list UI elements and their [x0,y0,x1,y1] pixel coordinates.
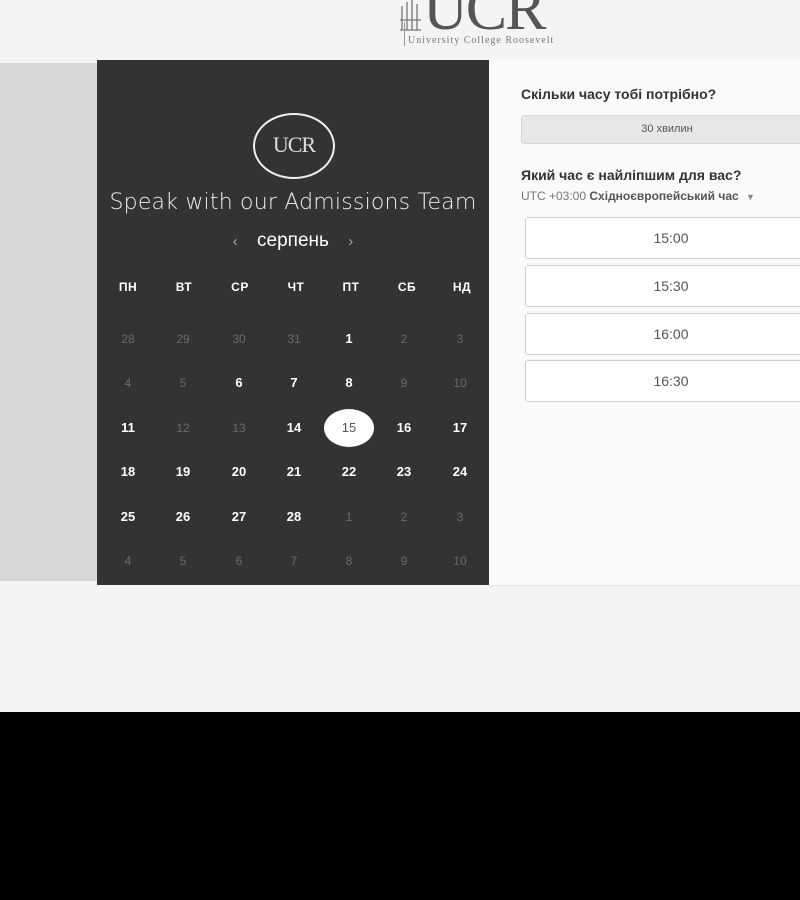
calendar-day[interactable]: 22 [324,453,374,491]
calendar-day[interactable]: 24 [435,453,485,491]
calendar-day[interactable]: 21 [269,453,319,491]
weekday-mon: ПН [118,280,138,294]
calendar-day: 4 [124,554,132,568]
ucr-round-logo: UCR [253,113,335,179]
calendar-day[interactable]: 19 [158,453,208,491]
duration-selector[interactable]: 30 хвилин [521,115,800,144]
calendar-day: 28 [121,332,135,346]
calendar-day: 9 [400,554,408,568]
calendar-day: 3 [456,510,464,524]
calendar-day[interactable]: 7 [269,364,319,402]
time-slot-1[interactable]: 15:00 [525,217,800,259]
weekday-wed: СР [231,280,249,294]
weekday-tue: ВТ [175,280,193,294]
round-logo-letters: UCR [272,132,316,157]
calendar-day: 5 [179,554,187,568]
weekday-fri: ПТ [342,280,360,294]
prev-month-button[interactable]: ‹ [233,233,238,250]
timezone-offset: UTC +03:00 [521,189,587,203]
booking-panel: Скільки часу тобі потрібно? 30 хвилин Як… [489,60,800,586]
time-question: Який час є найліпшим для вас? [521,167,742,183]
calendar-day: 10 [453,376,467,390]
time-slot-2[interactable]: 15:30 [525,265,800,307]
calendar-day: 31 [287,332,301,346]
calendar-day: 2 [400,510,408,524]
time-slot-3[interactable]: 16:00 [525,313,800,355]
calendar-day[interactable]: 17 [435,409,485,447]
calendar-day-selected[interactable]: 15 [324,409,374,447]
calendar-day[interactable]: 20 [214,453,264,491]
weekday-sat: СБ [397,280,417,294]
calendar-day: 13 [232,421,246,435]
calendar-day: 2 [400,332,408,346]
calendar-day[interactable]: 26 [158,498,208,536]
calendar-title: Speak with our Admissions Team [109,190,477,215]
booking-page: UCR University College Roosevelt UCR Spe… [0,0,800,712]
calendar-day: 9 [400,376,408,390]
ucr-emblem-icon [400,0,421,31]
calendar-day[interactable]: 18 [103,453,153,491]
calendar-day: 3 [456,332,464,346]
calendar-day[interactable]: 16 [379,409,429,447]
month-navigation: ‹ серпень › [97,230,489,252]
logo-subtitle: University College Roosevelt [408,35,555,46]
calendar-day: 12 [176,421,190,435]
calendar-day[interactable]: 8 [324,364,374,402]
timezone-name: Східноєвропейський час [589,189,739,203]
calendar-day: 30 [232,332,246,346]
calendar-day: 29 [176,332,190,346]
calendar-day[interactable]: 27 [214,498,264,536]
calendar-day[interactable]: 25 [103,498,153,536]
next-month-button[interactable]: › [348,233,353,250]
timezone-selector[interactable]: UTC +03:00 Східноєвропейський час ▼ [521,189,755,203]
duration-question: Скільки часу тобі потрібно? [521,86,717,102]
calendar-day: 5 [179,376,187,390]
calendar-day[interactable]: 23 [379,453,429,491]
calendar-day[interactable]: 6 [214,364,264,402]
month-label: серпень [257,230,329,251]
calendar-day[interactable]: 11 [103,409,153,447]
weekday-thu: ЧТ [287,280,305,294]
calendar-day: 10 [453,554,467,568]
chevron-down-icon: ▼ [746,192,755,202]
calendar-day[interactable]: 28 [269,498,319,536]
calendar-day: 7 [290,554,298,568]
header-logo: UCR University College Roosevelt [397,0,581,50]
logo-divider [404,22,405,46]
calendar-panel: UCR Speak with our Admissions Team ‹ сер… [97,60,489,585]
calendar-day[interactable]: 1 [324,320,374,358]
logo-letters: UCR [423,0,546,43]
calendar-day: 4 [124,376,132,390]
calendar-day: 8 [345,554,353,568]
calendar-day[interactable]: 14 [269,409,319,447]
weekday-sun: НД [452,280,472,294]
left-background-strip [0,63,97,581]
calendar-day: 6 [235,554,243,568]
calendar-day: 1 [345,510,353,524]
time-slot-4[interactable]: 16:30 [525,360,800,402]
